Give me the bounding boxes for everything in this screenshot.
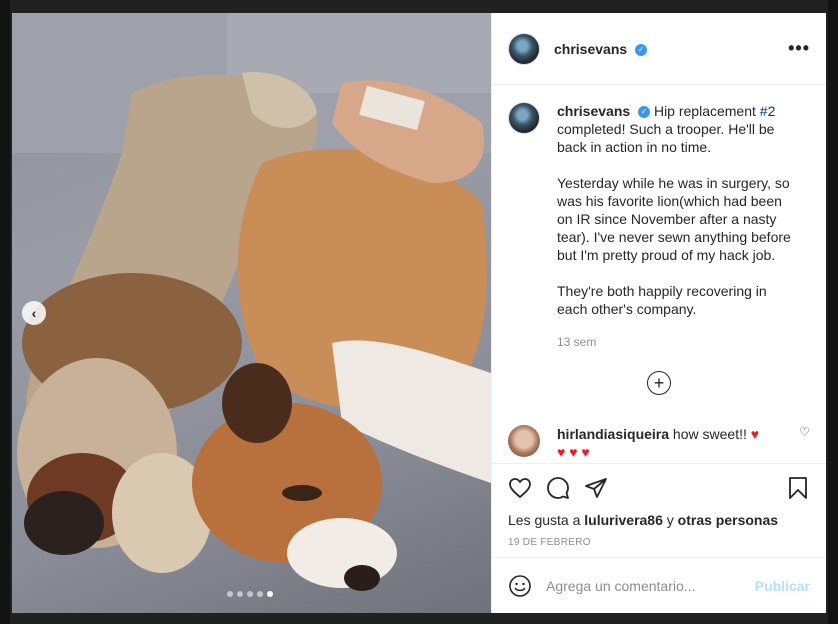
comments-area[interactable]: chrisevans ✓ Hip replacement #2 complete… [492,86,826,463]
post-image[interactable]: ‹ [12,13,491,613]
load-more-comments-button[interactable]: + [647,371,671,395]
verified-badge-icon: ✓ [638,106,651,119]
emoji-picker-icon[interactable] [508,574,532,598]
share-paper-plane-icon[interactable] [584,476,608,500]
author-avatar[interactable] [508,32,540,65]
caption-avatar[interactable] [508,102,540,134]
likes-summary: Les gusta a lulurivera86 y otras persona… [508,512,810,528]
like-heart-icon[interactable] [508,476,532,500]
carousel-dot-active [267,591,273,597]
caption-text: chrisevans ✓ Hip replacement #2 complete… [557,102,797,351]
author-username[interactable]: chrisevans ✓ [554,41,648,57]
bookmark-icon[interactable] [786,476,810,500]
comment-like-heart-icon[interactable]: ♡ [799,425,810,439]
comment-input[interactable] [546,577,755,594]
post-modal: ‹ chrisevans ✓ ••• chrisevans ✓ Hip repl… [12,13,826,613]
commenter-avatar[interactable] [508,425,540,457]
comment-body: how sweet!! [669,426,747,442]
likes-user-link[interactable]: lulurivera86 [584,512,663,528]
comment-item: hirlandiasiqueira how sweet!! ♥ ♥ ♥ ♥ ♡ [508,425,810,461]
heart-emoji: ♥ [750,426,760,442]
post-actions: Les gusta a lulurivera86 y otras persona… [492,463,826,548]
caption-timestamp[interactable]: 13 sem [557,333,797,351]
commenter-username[interactable]: hirlandiasiqueira [557,426,669,442]
likes-middle: y [662,512,678,528]
comment-text: hirlandiasiqueira how sweet!! ♥ ♥ ♥ ♥ [557,425,777,461]
caption-line1a: Hip replacement [653,103,760,119]
add-comment-bar: Publicar [492,557,826,613]
carousel-indicator [227,591,273,597]
dog-and-lion-photo [12,13,491,591]
carousel-dot [257,591,263,597]
caption-paragraph-2: Yesterday while he was in surgery, so wa… [557,175,791,263]
post-date[interactable]: 19 DE FEBRERO [508,537,810,548]
plus-circle-icon: + [653,372,665,393]
caption-line1b: completed! Such a trooper. He'll be back… [557,121,775,155]
comment-hearts: ♥ ♥ ♥ [557,444,590,460]
author-username-text[interactable]: chrisevans [554,41,627,57]
caption-username[interactable]: chrisevans [557,103,630,119]
comment-bubble-icon[interactable] [546,476,570,500]
caption-paragraph-3: They're both happily recovering in each … [557,283,767,317]
likes-prefix: Les gusta a [508,512,585,528]
carousel-dot [247,591,253,597]
chevron-left-icon: ‹ [31,305,37,321]
carousel-dot [237,591,243,597]
post-sidebar: chrisevans ✓ ••• chrisevans ✓ Hip replac… [491,13,826,613]
caption: chrisevans ✓ Hip replacement #2 complete… [508,102,810,351]
carousel-prev-button[interactable]: ‹ [22,301,46,325]
action-icons [508,464,810,512]
verified-badge-icon: ✓ [635,43,648,56]
hashtag-link[interactable]: #2 [760,103,776,119]
publish-button[interactable]: Publicar [755,578,810,594]
more-options-icon[interactable]: ••• [788,38,810,59]
post-header: chrisevans ✓ ••• [492,13,826,85]
carousel-dot [227,591,233,597]
likes-others-link[interactable]: otras personas [678,512,778,528]
